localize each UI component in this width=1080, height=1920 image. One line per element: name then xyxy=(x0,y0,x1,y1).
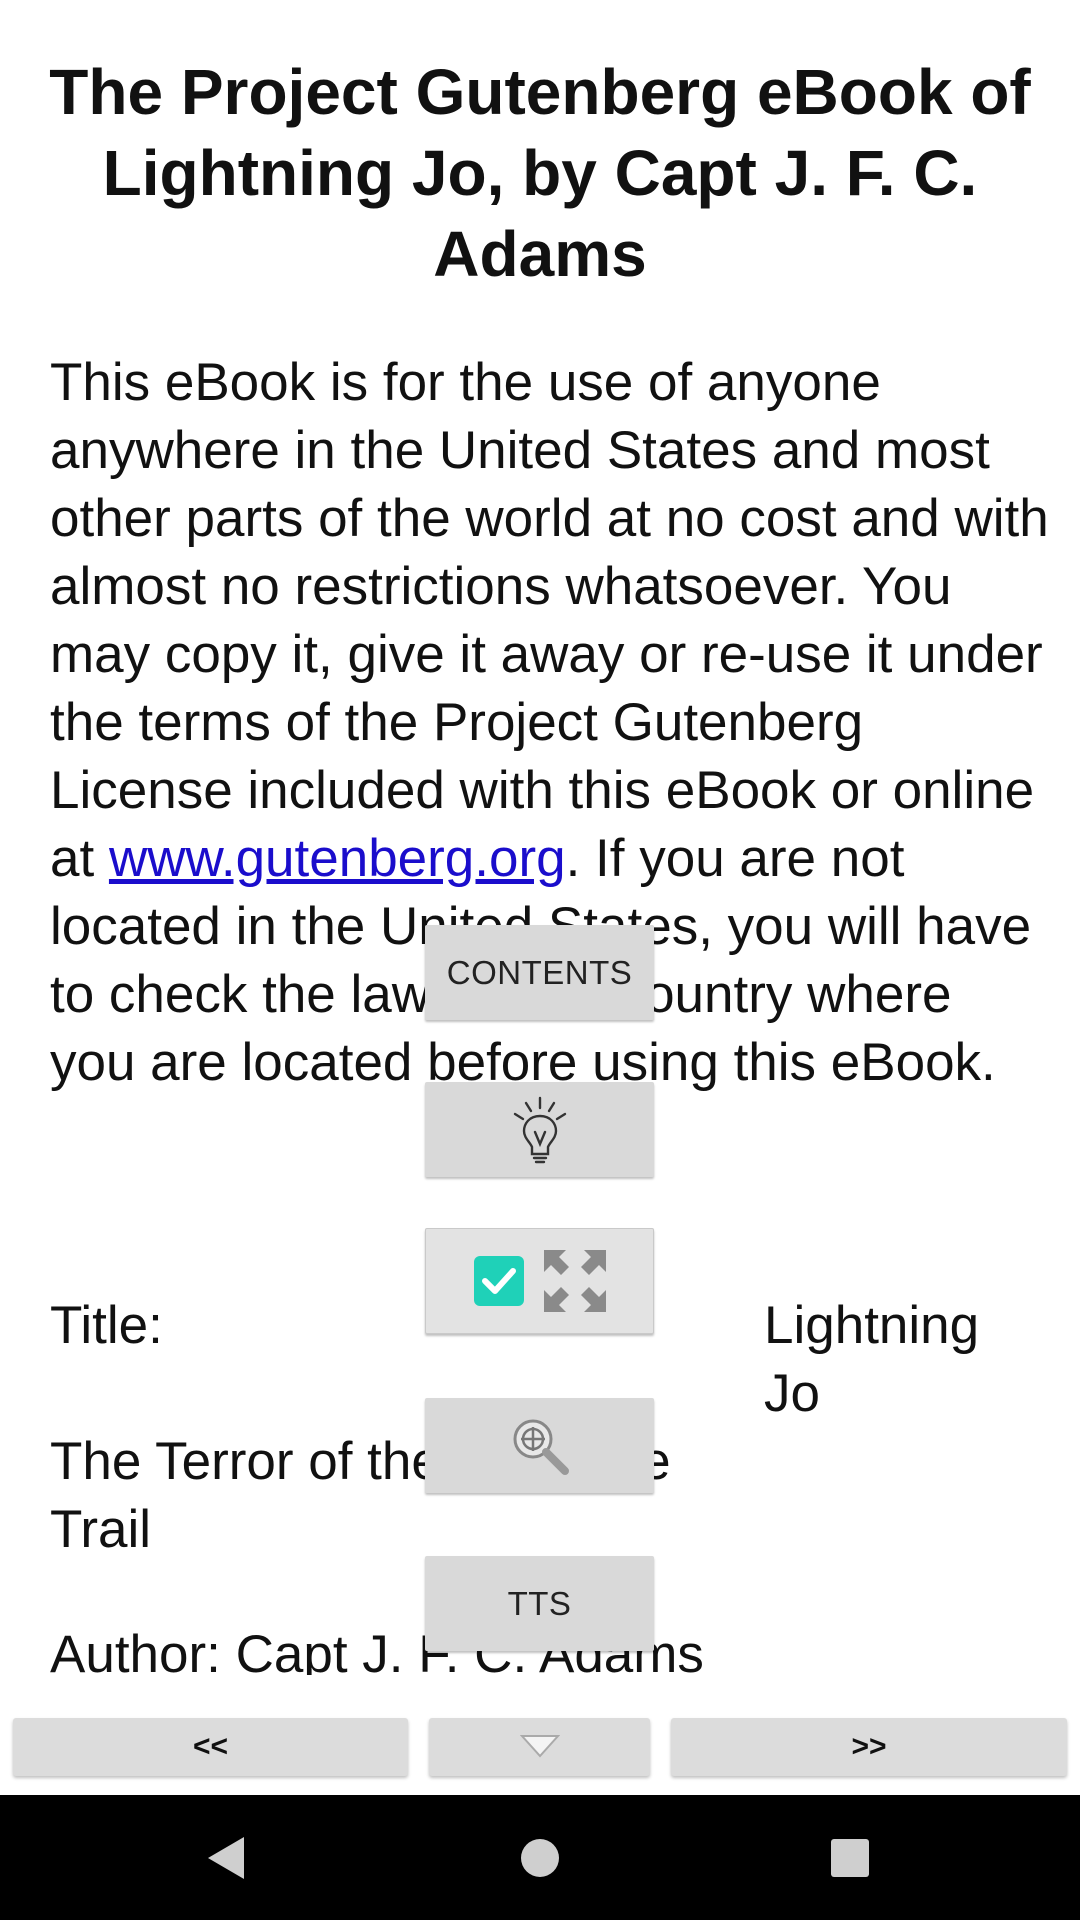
zoom-icon xyxy=(513,1419,569,1475)
next-page-button[interactable]: >> xyxy=(671,1718,1067,1776)
fullscreen-icon xyxy=(543,1250,606,1312)
system-home-button[interactable] xyxy=(480,1795,600,1920)
menu-toggle-button[interactable] xyxy=(429,1718,650,1776)
title-label: Title: xyxy=(50,1296,163,1355)
reader-screen: The Project Gutenberg eBook of Lightning… xyxy=(0,0,1080,1920)
contents-label: CONTENTS xyxy=(446,953,633,991)
system-navigation-bar xyxy=(0,1795,1080,1920)
recents-icon xyxy=(831,1838,869,1877)
contents-button[interactable]: CONTENTS xyxy=(425,925,654,1020)
previous-page-button[interactable]: << xyxy=(13,1718,408,1776)
title-value: Lightning Jo xyxy=(764,1296,980,1423)
fullscreen-toggle[interactable] xyxy=(425,1228,654,1334)
paragraph-text-start: This eBook is for the use of anyone anyw… xyxy=(50,353,1049,888)
home-icon xyxy=(521,1838,559,1877)
zoom-button[interactable] xyxy=(425,1398,654,1493)
previous-label: << xyxy=(192,1730,229,1763)
next-label: >> xyxy=(851,1730,887,1763)
brightness-button[interactable] xyxy=(425,1082,654,1177)
tts-label: TTS xyxy=(507,1584,572,1622)
system-back-button[interactable] xyxy=(166,1795,286,1920)
book-title: The Project Gutenberg eBook of Lightning… xyxy=(49,56,1031,290)
checkbox-checked-icon[interactable] xyxy=(472,1254,526,1308)
tts-button[interactable]: TTS xyxy=(425,1556,654,1651)
triangle-down-icon xyxy=(519,1735,560,1758)
lightbulb-icon xyxy=(513,1096,566,1163)
book-content[interactable]: The Project Gutenberg eBook of Lightning… xyxy=(0,0,1080,1675)
gutenberg-link[interactable]: www.gutenberg.org xyxy=(109,829,566,888)
back-icon xyxy=(208,1836,244,1879)
system-recents-button[interactable] xyxy=(790,1795,910,1920)
